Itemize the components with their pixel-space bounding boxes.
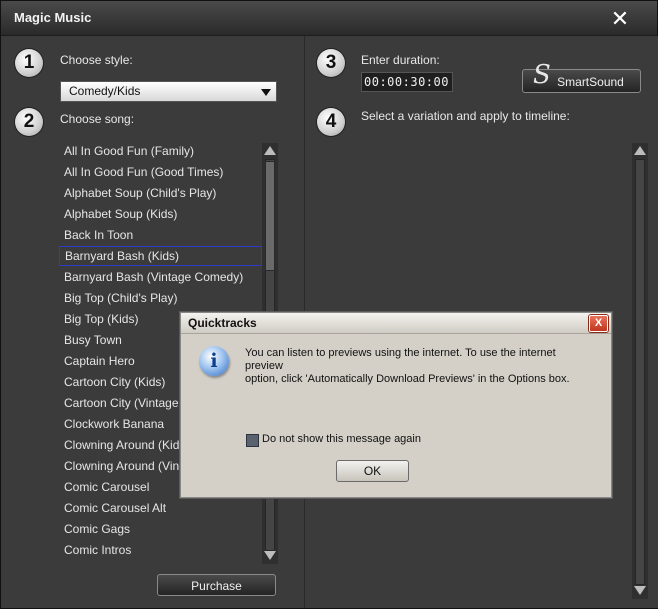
- song-item[interactable]: All In Good Fun (Family): [59, 141, 262, 161]
- purchase-button[interactable]: Purchase: [157, 574, 276, 596]
- step-4-badge: 4: [317, 108, 345, 136]
- do-not-show-label[interactable]: Do not show this message again: [262, 433, 421, 445]
- quicktracks-dialog: Quicktracks X i You can listen to previe…: [180, 312, 612, 498]
- step-3-badge: 3: [317, 49, 345, 77]
- style-dropdown[interactable]: Comedy/Kids: [60, 81, 277, 102]
- dialog-message-line-1: You can listen to previews using the int…: [245, 347, 556, 372]
- duration-input[interactable]: 00:00:30:00: [361, 72, 453, 92]
- variation-list-scrollbar[interactable]: [632, 143, 648, 599]
- scroll-up-icon[interactable]: [264, 146, 276, 155]
- dialog-message: You can listen to previews using the int…: [245, 347, 595, 386]
- dropdown-arrow-icon[interactable]: [261, 89, 271, 96]
- song-item[interactable]: Comic Gags: [59, 519, 262, 539]
- song-item[interactable]: Barnyard Bash (Vintage Comedy): [59, 267, 262, 287]
- song-item[interactable]: Alphabet Soup (Child's Play): [59, 183, 262, 203]
- window-title: Magic Music: [14, 10, 92, 25]
- song-item[interactable]: Alphabet Soup (Kids): [59, 204, 262, 224]
- scroll-track[interactable]: [635, 159, 645, 585]
- dialog-title: Quicktracks: [188, 316, 257, 330]
- step-2-badge: 2: [15, 108, 43, 136]
- song-item-selected[interactable]: Barnyard Bash (Kids): [59, 246, 262, 266]
- do-not-show-checkbox[interactable]: [246, 434, 259, 447]
- dialog-close-icon[interactable]: X: [589, 315, 608, 332]
- scroll-thumb[interactable]: [265, 161, 275, 271]
- dialog-title-bar: Quicktracks X: [181, 313, 611, 334]
- title-bar: Magic Music ✕: [1, 1, 657, 36]
- dialog-message-line-2: option, click 'Automatically Download Pr…: [245, 373, 570, 385]
- select-variation-label: Select a variation and apply to timeline…: [361, 109, 570, 123]
- scroll-down-icon[interactable]: [634, 586, 646, 595]
- song-item[interactable]: Big Top (Child's Play): [59, 288, 262, 308]
- scroll-up-icon[interactable]: [634, 146, 646, 155]
- smartsound-button[interactable]: S SmartSound: [522, 62, 641, 93]
- close-icon[interactable]: ✕: [609, 8, 631, 30]
- magic-music-window: Magic Music ✕ 1 Choose style: Comedy/Kid…: [0, 0, 658, 609]
- song-item[interactable]: Comic Carousel Alt: [59, 498, 262, 518]
- smartsound-button-label: SmartSound: [557, 75, 624, 89]
- enter-duration-label: Enter duration:: [361, 53, 440, 67]
- smartsound-logo-icon: S: [533, 60, 551, 90]
- song-item[interactable]: Back In Toon: [59, 225, 262, 245]
- scroll-down-icon[interactable]: [264, 551, 276, 560]
- style-dropdown-value: Comedy/Kids: [69, 84, 141, 98]
- info-icon: i: [199, 346, 229, 376]
- choose-style-label: Choose style:: [60, 53, 133, 67]
- ok-button[interactable]: OK: [336, 460, 409, 482]
- song-item[interactable]: Comic Intros: [59, 540, 262, 560]
- choose-song-label: Choose song:: [60, 112, 135, 126]
- step-1-badge: 1: [15, 49, 43, 77]
- song-item[interactable]: All In Good Fun (Good Times): [59, 162, 262, 182]
